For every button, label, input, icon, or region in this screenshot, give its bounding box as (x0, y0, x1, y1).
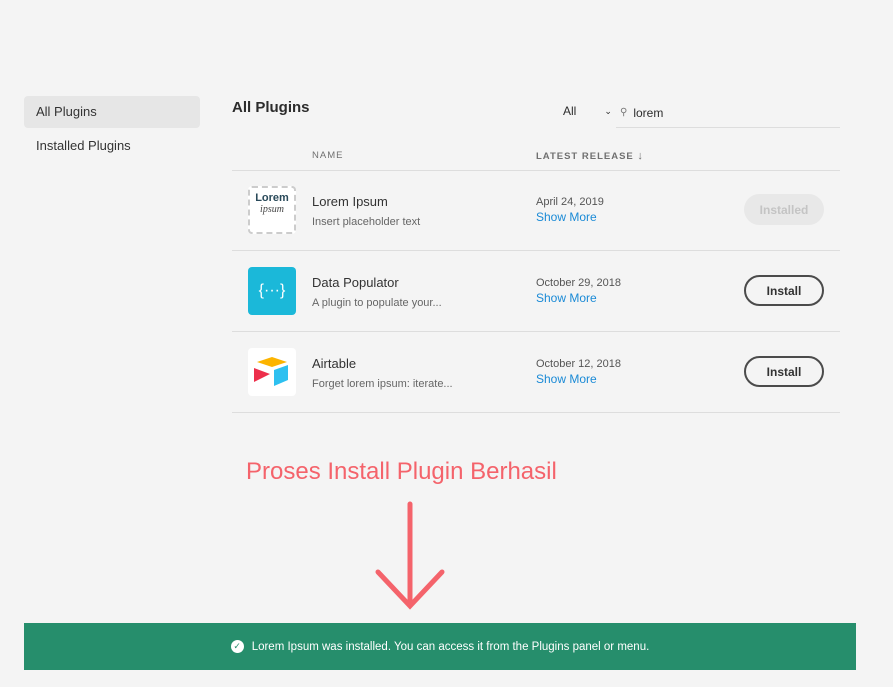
table-row: Lorem ipsum Lorem Ipsum Insert placeholde… (232, 170, 840, 251)
show-more-link[interactable]: Show More (536, 372, 597, 386)
plugin-description: Insert placeholder text (312, 216, 421, 228)
chevron-down-icon: ⌄ (604, 105, 612, 116)
install-button[interactable]: Install (744, 356, 824, 387)
sidebar-item-installed-plugins[interactable]: Installed Plugins (24, 130, 200, 162)
plugin-description: Forget lorem ipsum: iterate... (312, 378, 453, 390)
airtable-logo (248, 348, 296, 396)
release-date: April 24, 2019 (536, 196, 604, 208)
show-more-link[interactable]: Show More (536, 291, 597, 305)
plugin-name: Data Populator (312, 275, 399, 290)
data-populator-logo: {···} (248, 267, 296, 315)
plugin-name: Lorem Ipsum (312, 194, 388, 209)
arrow-down-icon (375, 501, 445, 610)
release-date: October 12, 2018 (536, 358, 622, 370)
lorem-ipsum-logo: Lorem ipsum (248, 186, 296, 234)
plugin-name: Airtable (312, 356, 357, 371)
check-circle-icon: ✓ (230, 640, 244, 653)
search-icon: ⚲ (620, 107, 628, 118)
page-title: All Plugins (232, 99, 310, 116)
filter-dropdown[interactable]: All ⌄ (563, 104, 612, 118)
show-more-link[interactable]: Show More (536, 210, 597, 224)
release-date: October 29, 2018 (536, 277, 622, 289)
installed-button[interactable]: Installed (744, 194, 824, 225)
column-header-label: LATEST RELEASE (536, 151, 634, 162)
sidebar: All Plugins Installed Plugins (24, 96, 200, 164)
sidebar-item-all-plugins[interactable]: All Plugins (24, 96, 200, 128)
plugin-description: A plugin to populate your... (312, 297, 442, 309)
install-button[interactable]: Install (744, 275, 824, 306)
column-header-latest-release[interactable]: LATEST RELEASE ↓ (536, 150, 644, 162)
toast-message: Lorem Ipsum was installed. You can acces… (251, 640, 650, 653)
column-header-name[interactable]: NAME (312, 150, 343, 161)
search-value: lorem (633, 105, 664, 120)
annotation-text: Proses Install Plugin Berhasil (246, 458, 557, 485)
table-row: {···} Data Populator A plugin to populat… (232, 251, 840, 332)
sort-down-arrow-icon: ↓ (637, 150, 644, 162)
divider (232, 412, 840, 413)
search-input[interactable]: ⚲ lorem (616, 98, 840, 128)
filter-value: All (563, 104, 577, 118)
success-toast: ✓ Lorem Ipsum was installed. You can acc… (24, 623, 856, 670)
table-row: Airtable Forget lorem ipsum: iterate... … (232, 332, 840, 413)
